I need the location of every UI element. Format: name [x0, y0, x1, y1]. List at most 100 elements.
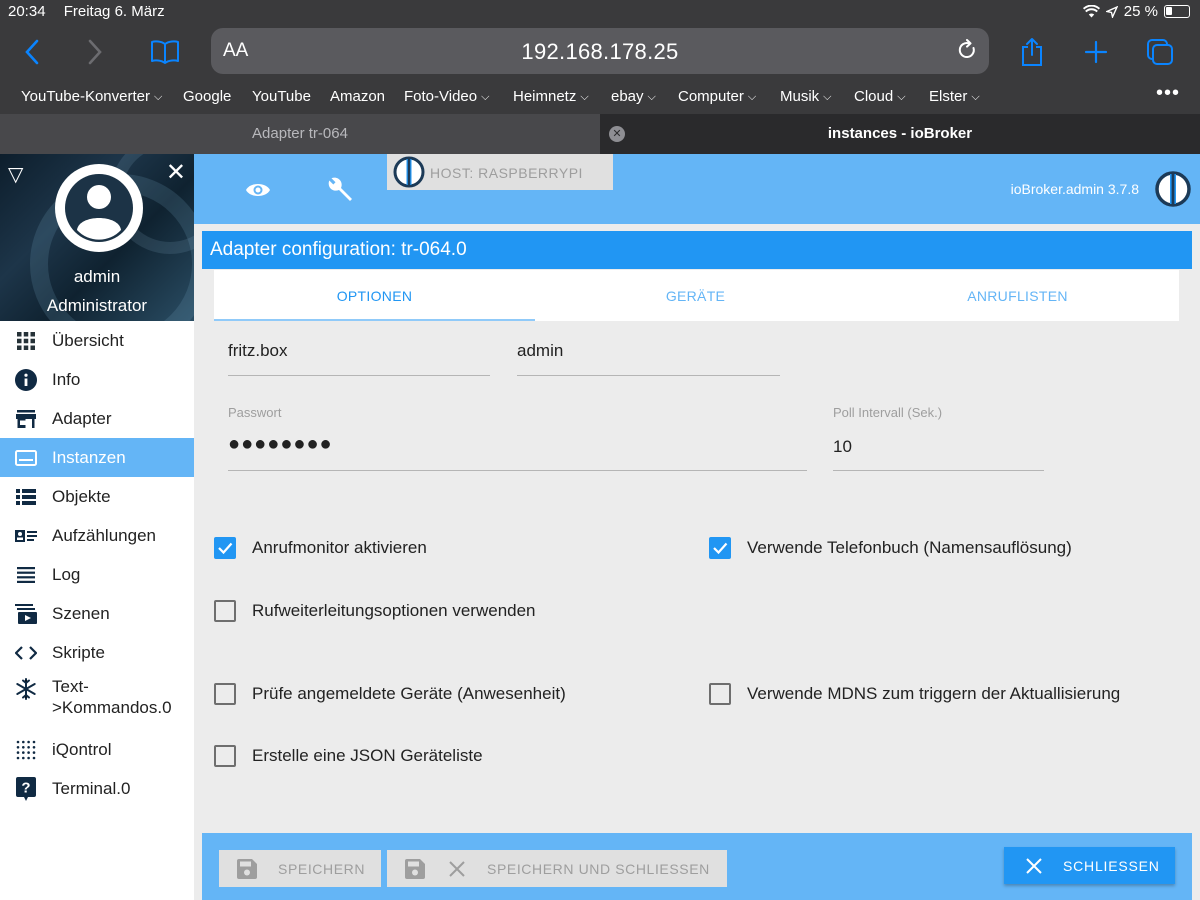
bookmark-google[interactable]: Google	[183, 88, 231, 105]
chevron-down-icon: ⌵	[647, 91, 656, 103]
sidebar-item-terminal[interactable]: ? Terminal.0	[0, 769, 194, 808]
sidebar-item-skripte[interactable]: Skripte	[0, 633, 194, 672]
sidebar-item-iqontrol[interactable]: iQontrol	[0, 730, 194, 769]
share-button[interactable]	[1014, 34, 1050, 70]
close-icon[interactable]: ✕	[166, 158, 186, 187]
browser-tab-instances[interactable]: ✕ instances - ioBroker	[600, 114, 1200, 154]
more-icon[interactable]: •••	[1156, 82, 1180, 105]
bookmarks-button[interactable]	[147, 34, 183, 70]
instances-icon	[0, 449, 52, 466]
password-value[interactable]: ●●●●●●●●	[228, 433, 333, 456]
tab-geraete[interactable]: GERÄTE	[535, 270, 856, 321]
new-tab-button[interactable]	[1078, 34, 1114, 70]
address-bar[interactable]: AA 192.168.178.25	[211, 28, 989, 74]
checkbox-unchecked-icon[interactable]	[709, 683, 731, 705]
tab-anruflisten[interactable]: ANRUFLISTEN	[857, 270, 1178, 321]
sidebar-item-aufzaehlungen[interactable]: Aufzählungen	[0, 516, 194, 555]
dots-grid-icon	[0, 740, 52, 760]
host-field[interactable]: fritz.box	[228, 338, 490, 378]
chevron-down-icon: ⌵	[580, 91, 589, 103]
user-role: Administrator	[46, 296, 148, 315]
field-underline	[517, 375, 780, 376]
code-icon	[0, 645, 52, 660]
sidebar-item-info[interactable]: Info	[0, 360, 194, 399]
checkbox-telefonbuch[interactable]: Verwende Telefonbuch (Namensauflösung)	[709, 537, 1072, 559]
checkbox-unchecked-icon[interactable]	[214, 683, 236, 705]
chevron-down-icon: ⌵	[823, 91, 832, 103]
checkbox-unchecked-icon[interactable]	[214, 600, 236, 622]
save-button[interactable]: SPEICHERN	[219, 850, 381, 887]
user-field[interactable]: admin	[517, 338, 780, 378]
bookmark-youtube[interactable]: YouTube	[252, 88, 311, 105]
sidebar-item-label: Adapter	[52, 408, 112, 428]
sidebar-item-label: Info	[52, 369, 81, 389]
reload-button[interactable]	[957, 39, 977, 66]
checkbox-label: Rufweiterleitungsoptionen verwenden	[252, 601, 536, 620]
password-field[interactable]: Passwort ●●●●●●●●	[228, 405, 807, 473]
checkbox-label: Prüfe angemeldete Geräte (Anwesenheit)	[252, 684, 566, 703]
checkbox-label: Anrufmonitor aktivieren	[252, 538, 427, 557]
checkbox-anrufmonitor[interactable]: Anrufmonitor aktivieren	[214, 537, 427, 559]
sidebar: ▽ ✕ admin Administrator Übersicht Info A…	[0, 154, 194, 900]
bookmark-foto-video[interactable]: Foto-Video ⌵	[404, 88, 489, 105]
sidebar-item-label: Aufzählungen	[52, 525, 156, 545]
settings-button[interactable]	[327, 176, 355, 204]
bookmark-ebay[interactable]: ebay ⌵	[611, 88, 656, 105]
sidebar-item-text-kommandos[interactable]: Text->Kommandos.0	[0, 672, 194, 730]
bookmark-label: Google	[183, 88, 232, 105]
tabs-overview-button[interactable]	[1142, 34, 1178, 70]
wifi-icon	[1082, 5, 1100, 18]
chevron-down-icon: ⌵	[153, 91, 163, 103]
user-value[interactable]: admin	[517, 341, 563, 361]
forward-button[interactable]	[77, 34, 113, 70]
checkbox-unchecked-icon[interactable]	[214, 745, 236, 767]
bookmark-amazon[interactable]: Amazon	[330, 88, 385, 105]
chevron-down-icon: ⌵	[897, 91, 906, 103]
checkbox-checked-icon[interactable]	[709, 537, 731, 559]
host-selector[interactable]: HOST: RASPBERRYPI	[387, 154, 613, 190]
close-tab-icon[interactable]: ✕	[609, 126, 625, 142]
wrench-icon	[328, 177, 352, 201]
back-button[interactable]	[14, 34, 50, 70]
scene-icon	[0, 603, 52, 624]
bookmark-elster[interactable]: Elster ⌵	[929, 88, 980, 105]
checkbox-label: Verwende Telefonbuch (Namensauflösung)	[747, 538, 1072, 557]
close-button[interactable]: SCHLIESSEN	[1004, 847, 1175, 884]
url-text[interactable]: 192.168.178.25	[211, 39, 989, 65]
eye-icon	[246, 184, 270, 196]
bookmark-heimnetz[interactable]: Heimnetz ⌵	[513, 88, 589, 105]
checkbox-anwesenheit[interactable]: Prüfe angemeldete Geräte (Anwesenheit)	[214, 683, 566, 705]
save-and-close-label: SPEICHERN UND SCHLIESSEN	[487, 860, 710, 877]
bookmark-cloud[interactable]: Cloud ⌵	[854, 88, 906, 105]
sidebar-item-log[interactable]: Log	[0, 555, 194, 594]
tabs-icon	[1147, 39, 1173, 65]
sidebar-item-label: Skripte	[52, 642, 105, 662]
sidebar-item-instanzen[interactable]: Instanzen	[0, 438, 194, 477]
info-icon	[0, 368, 52, 391]
browser-tab-adapter[interactable]: Adapter tr-064	[0, 114, 600, 154]
bookmark-musik[interactable]: Musik ⌵	[780, 88, 832, 105]
checkbox-rufweiterleitung[interactable]: Rufweiterleitungsoptionen verwenden	[214, 600, 536, 622]
password-label: Passwort	[228, 405, 282, 420]
sidebar-item-szenen[interactable]: Szenen	[0, 594, 194, 633]
sidebar-item-objekte[interactable]: Objekte	[0, 477, 194, 516]
status-bar: 20:34 Freitag 6. März 25 %	[0, 0, 1200, 24]
poll-interval-field[interactable]: Poll Intervall (Sek.) 10	[833, 405, 1044, 473]
save-and-close-button[interactable]: SPEICHERN UND SCHLIESSEN	[387, 850, 727, 887]
host-value[interactable]: fritz.box	[228, 341, 288, 361]
bookmark-computer[interactable]: Computer ⌵	[678, 88, 756, 105]
bookmark-label: Foto-Video	[404, 88, 478, 105]
poll-interval-value[interactable]: 10	[833, 437, 852, 457]
sidebar-nav: Übersicht Info Adapter Instanzen Objekte	[0, 321, 194, 808]
checkbox-checked-icon[interactable]	[214, 537, 236, 559]
tab-optionen[interactable]: OPTIONEN	[214, 270, 535, 321]
bookmark-label: YouTube	[252, 88, 311, 105]
checkbox-mdns[interactable]: Verwende MDNS zum triggern der Aktuallis…	[709, 683, 1120, 705]
checkbox-json-liste[interactable]: Erstelle eine JSON Geräteliste	[214, 745, 483, 767]
bookmark-youtube-konverter[interactable]: YouTube-Konverter ⌵	[21, 88, 162, 105]
collapse-triangle-icon[interactable]: ▽	[8, 162, 23, 187]
visibility-button[interactable]	[244, 176, 272, 204]
sidebar-item-adapter[interactable]: Adapter	[0, 399, 194, 438]
sidebar-item-uebersicht[interactable]: Übersicht	[0, 321, 194, 360]
bookmark-label: Heimnetz	[513, 88, 577, 105]
